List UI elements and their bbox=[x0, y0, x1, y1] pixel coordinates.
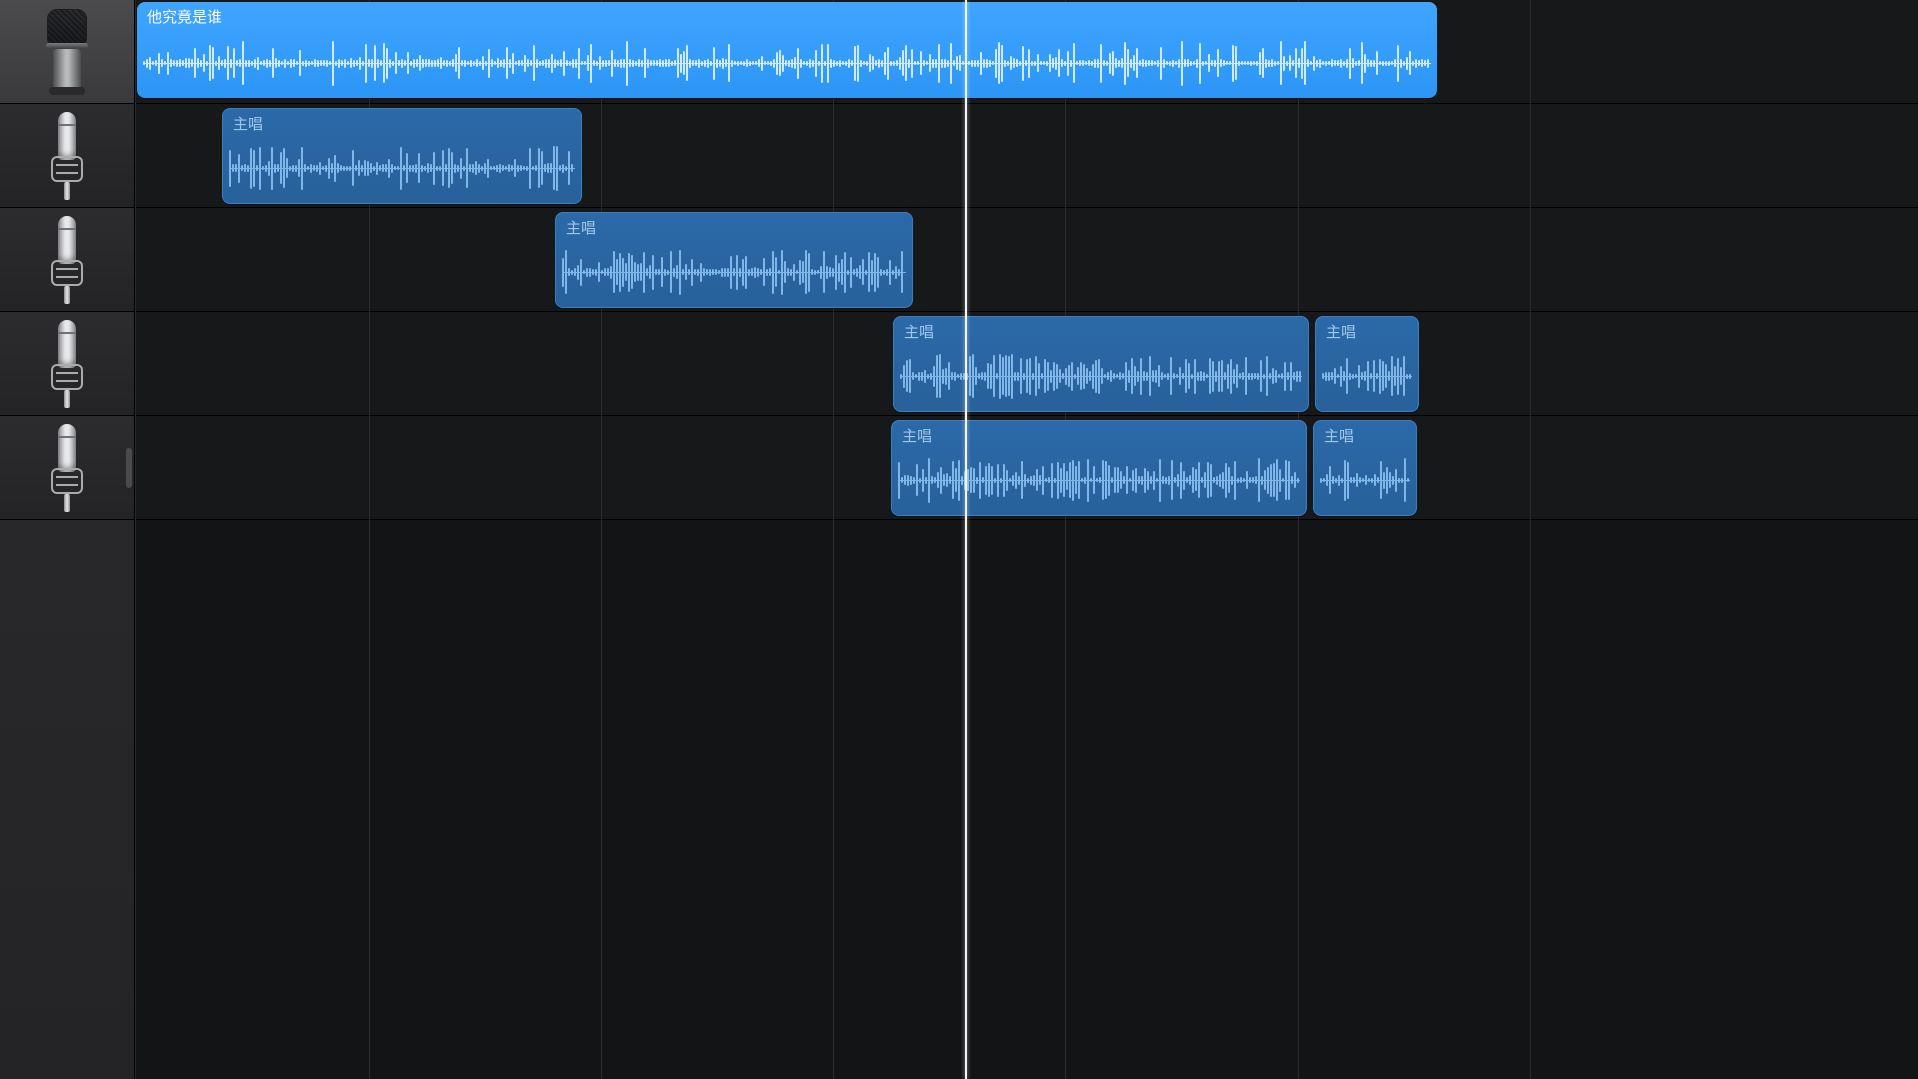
condenser-mic-icon bbox=[47, 320, 87, 408]
region-label: 他究竟是谁 bbox=[147, 6, 222, 27]
audio-region-vocal[interactable]: 主唱 bbox=[1315, 316, 1419, 412]
track-resize-handle[interactable] bbox=[126, 448, 132, 488]
region-label: 主唱 bbox=[904, 321, 934, 342]
waveform bbox=[1322, 351, 1412, 401]
grid-line bbox=[135, 0, 136, 1079]
region-label: 主唱 bbox=[902, 425, 932, 446]
condenser-mic-icon bbox=[47, 424, 87, 512]
waveform bbox=[898, 455, 1300, 505]
condenser-mic-icon bbox=[47, 216, 87, 304]
track-lane-2[interactable] bbox=[135, 208, 1918, 312]
grid-line bbox=[1298, 0, 1299, 1079]
audio-region-vocal[interactable]: 主唱 bbox=[1313, 420, 1417, 516]
audio-region-vocal[interactable]: 主唱 bbox=[893, 316, 1309, 412]
audio-region-vocal[interactable]: 主唱 bbox=[891, 420, 1307, 516]
region-label: 主唱 bbox=[233, 113, 263, 134]
audio-region-vocal[interactable]: 主唱 bbox=[555, 212, 913, 308]
condenser-mic-icon bbox=[47, 112, 87, 200]
dynamic-mic-icon bbox=[39, 9, 95, 95]
track-header-2[interactable] bbox=[0, 208, 134, 312]
track-header-0[interactable] bbox=[0, 0, 134, 104]
playhead[interactable] bbox=[965, 0, 967, 1079]
track-header-3[interactable] bbox=[0, 312, 134, 416]
region-label: 主唱 bbox=[1326, 321, 1356, 342]
grid-line bbox=[1065, 0, 1066, 1079]
daw-app: 他究竟是谁 主唱 主唱 主唱 主唱 主唱 主唱 bbox=[0, 0, 1918, 1079]
waveform bbox=[1320, 455, 1410, 505]
waveform bbox=[143, 38, 1431, 88]
timeline-area[interactable]: 他究竟是谁 主唱 主唱 主唱 主唱 主唱 主唱 bbox=[135, 0, 1918, 1079]
region-label: 主唱 bbox=[1324, 425, 1354, 446]
waveform bbox=[229, 143, 575, 193]
grid-line bbox=[601, 0, 602, 1079]
audio-region-main[interactable]: 他究竟是谁 bbox=[137, 2, 1437, 98]
grid-line bbox=[833, 0, 834, 1079]
track-header-4[interactable] bbox=[0, 416, 134, 520]
audio-region-vocal[interactable]: 主唱 bbox=[222, 108, 582, 204]
track-header-1[interactable] bbox=[0, 104, 134, 208]
grid-line bbox=[1530, 0, 1531, 1079]
region-label: 主唱 bbox=[566, 217, 596, 238]
waveform bbox=[900, 351, 1302, 401]
waveform bbox=[562, 247, 906, 297]
timeline-empty-area[interactable] bbox=[135, 520, 1918, 1079]
track-header-column bbox=[0, 0, 135, 1079]
